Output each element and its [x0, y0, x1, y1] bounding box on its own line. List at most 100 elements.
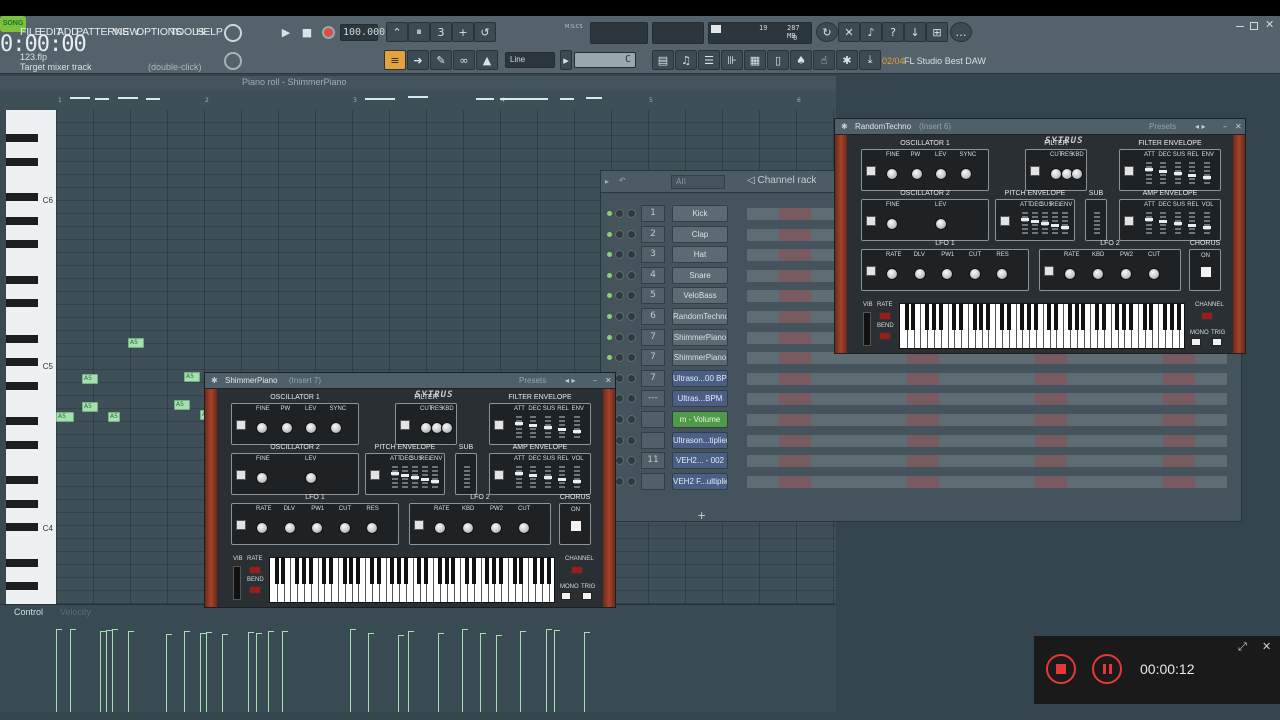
step-button[interactable]: [1075, 455, 1083, 468]
step-button[interactable]: [995, 393, 1003, 406]
step-button[interactable]: [819, 475, 827, 488]
waveform-selector[interactable]: [494, 420, 504, 430]
step-button[interactable]: [891, 434, 899, 447]
step-button[interactable]: [1163, 372, 1171, 385]
pencil-icon[interactable]: ✎: [430, 50, 452, 70]
step-button[interactable]: [1123, 393, 1131, 406]
knob[interactable]: [462, 522, 474, 534]
control-target[interactable]: Velocity: [60, 607, 91, 617]
step-button[interactable]: [1099, 393, 1107, 406]
fader[interactable]: [1032, 212, 1038, 234]
velocity-bar[interactable]: [350, 630, 351, 712]
step-button[interactable]: [923, 414, 931, 426]
stamp-icon[interactable]: ▲: [476, 50, 498, 70]
step-button[interactable]: [1219, 434, 1227, 447]
step-button[interactable]: [939, 414, 947, 426]
step-button[interactable]: [1203, 455, 1211, 468]
step-button[interactable]: [1067, 372, 1075, 385]
step-button[interactable]: [947, 393, 955, 406]
step-button[interactable]: [1139, 475, 1147, 488]
step-button[interactable]: [1211, 372, 1219, 385]
channel-name-button[interactable]: m - Volume: [672, 411, 728, 428]
step-button[interactable]: [811, 331, 819, 344]
step-button[interactable]: [891, 455, 899, 468]
step-button[interactable]: [835, 434, 843, 447]
step-button[interactable]: [1075, 475, 1083, 488]
step-button[interactable]: [747, 249, 755, 262]
step-button[interactable]: [987, 434, 995, 447]
step-button[interactable]: [1131, 372, 1139, 385]
step-button[interactable]: [907, 372, 915, 385]
step-button[interactable]: [923, 455, 931, 468]
keyboard-black-key[interactable]: [301, 558, 306, 584]
step-button[interactable]: [931, 372, 939, 385]
step-button[interactable]: [1179, 414, 1187, 426]
step-button[interactable]: [1219, 414, 1227, 426]
step-button[interactable]: [899, 372, 907, 385]
step-button[interactable]: [779, 331, 787, 344]
keyboard-black-key[interactable]: [397, 558, 401, 584]
fader-handle[interactable]: [1021, 218, 1029, 221]
cut-icon[interactable]: ✕: [838, 22, 860, 42]
velocity-bar[interactable]: [546, 630, 547, 712]
velocity-bar[interactable]: [496, 636, 497, 712]
step-button[interactable]: [963, 455, 971, 468]
step-button[interactable]: [979, 393, 987, 406]
loop-record-icon[interactable]: ↺: [474, 22, 496, 42]
step-button[interactable]: [867, 475, 875, 488]
step-button[interactable]: [803, 311, 811, 323]
black-key[interactable]: [6, 334, 38, 343]
keyboard-black-key[interactable]: [295, 558, 299, 584]
keyboard-black-key[interactable]: [952, 304, 957, 330]
step-button[interactable]: [779, 455, 787, 468]
step-button[interactable]: [795, 455, 803, 468]
step-button[interactable]: [939, 372, 947, 385]
fader-handle[interactable]: [1041, 222, 1049, 225]
step-button[interactable]: [851, 393, 859, 406]
fader-handle[interactable]: [558, 428, 567, 431]
black-key[interactable]: [6, 558, 38, 567]
step-button[interactable]: [803, 290, 811, 303]
waveform-selector[interactable]: [866, 166, 876, 176]
knob[interactable]: [490, 522, 502, 534]
step-button[interactable]: [859, 393, 867, 406]
mono-toggle[interactable]: [1191, 338, 1201, 346]
step-button[interactable]: [779, 352, 787, 365]
channel-name-button[interactable]: VEH2... - 002: [672, 452, 728, 470]
channel-filter-select[interactable]: All: [671, 175, 725, 189]
channel-pan-knob[interactable]: [615, 394, 624, 404]
velocity-bar[interactable]: [112, 630, 113, 712]
step-button[interactable]: [755, 269, 763, 282]
step-button[interactable]: [1107, 475, 1115, 488]
step-button[interactable]: [971, 393, 979, 406]
velocity-handle[interactable]: [408, 631, 414, 632]
fader-handle[interactable]: [1159, 170, 1168, 173]
online-icon[interactable]: ↻: [816, 22, 838, 42]
velocity-bar[interactable]: [408, 632, 409, 712]
step-button[interactable]: [779, 269, 787, 282]
step-button[interactable]: [1147, 393, 1155, 406]
step-button[interactable]: [923, 372, 931, 385]
step-button[interactable]: [1059, 475, 1067, 488]
step-button[interactable]: [947, 372, 955, 385]
step-button[interactable]: [1179, 434, 1187, 447]
step-button[interactable]: [811, 269, 819, 282]
keyboard-black-key[interactable]: [546, 558, 551, 584]
step-button[interactable]: [755, 434, 763, 447]
step-button[interactable]: [827, 393, 835, 406]
knob[interactable]: [305, 472, 317, 484]
step-button[interactable]: [1035, 393, 1043, 406]
step-button[interactable]: [1051, 455, 1059, 468]
keyboard-black-key[interactable]: [931, 304, 936, 330]
synth-minimize-icon[interactable]: –: [1223, 122, 1227, 131]
step-button[interactable]: [1211, 414, 1219, 426]
step-button[interactable]: [811, 290, 819, 303]
step-button[interactable]: [827, 455, 835, 468]
step-button[interactable]: [899, 393, 907, 406]
fader-handle[interactable]: [1188, 224, 1197, 227]
step-button[interactable]: [1091, 414, 1099, 426]
menu-help[interactable]: HELP: [196, 26, 223, 38]
keyboard-black-key[interactable]: [1095, 304, 1099, 330]
step-button[interactable]: [835, 414, 843, 426]
keyboard-black-key[interactable]: [519, 558, 524, 584]
